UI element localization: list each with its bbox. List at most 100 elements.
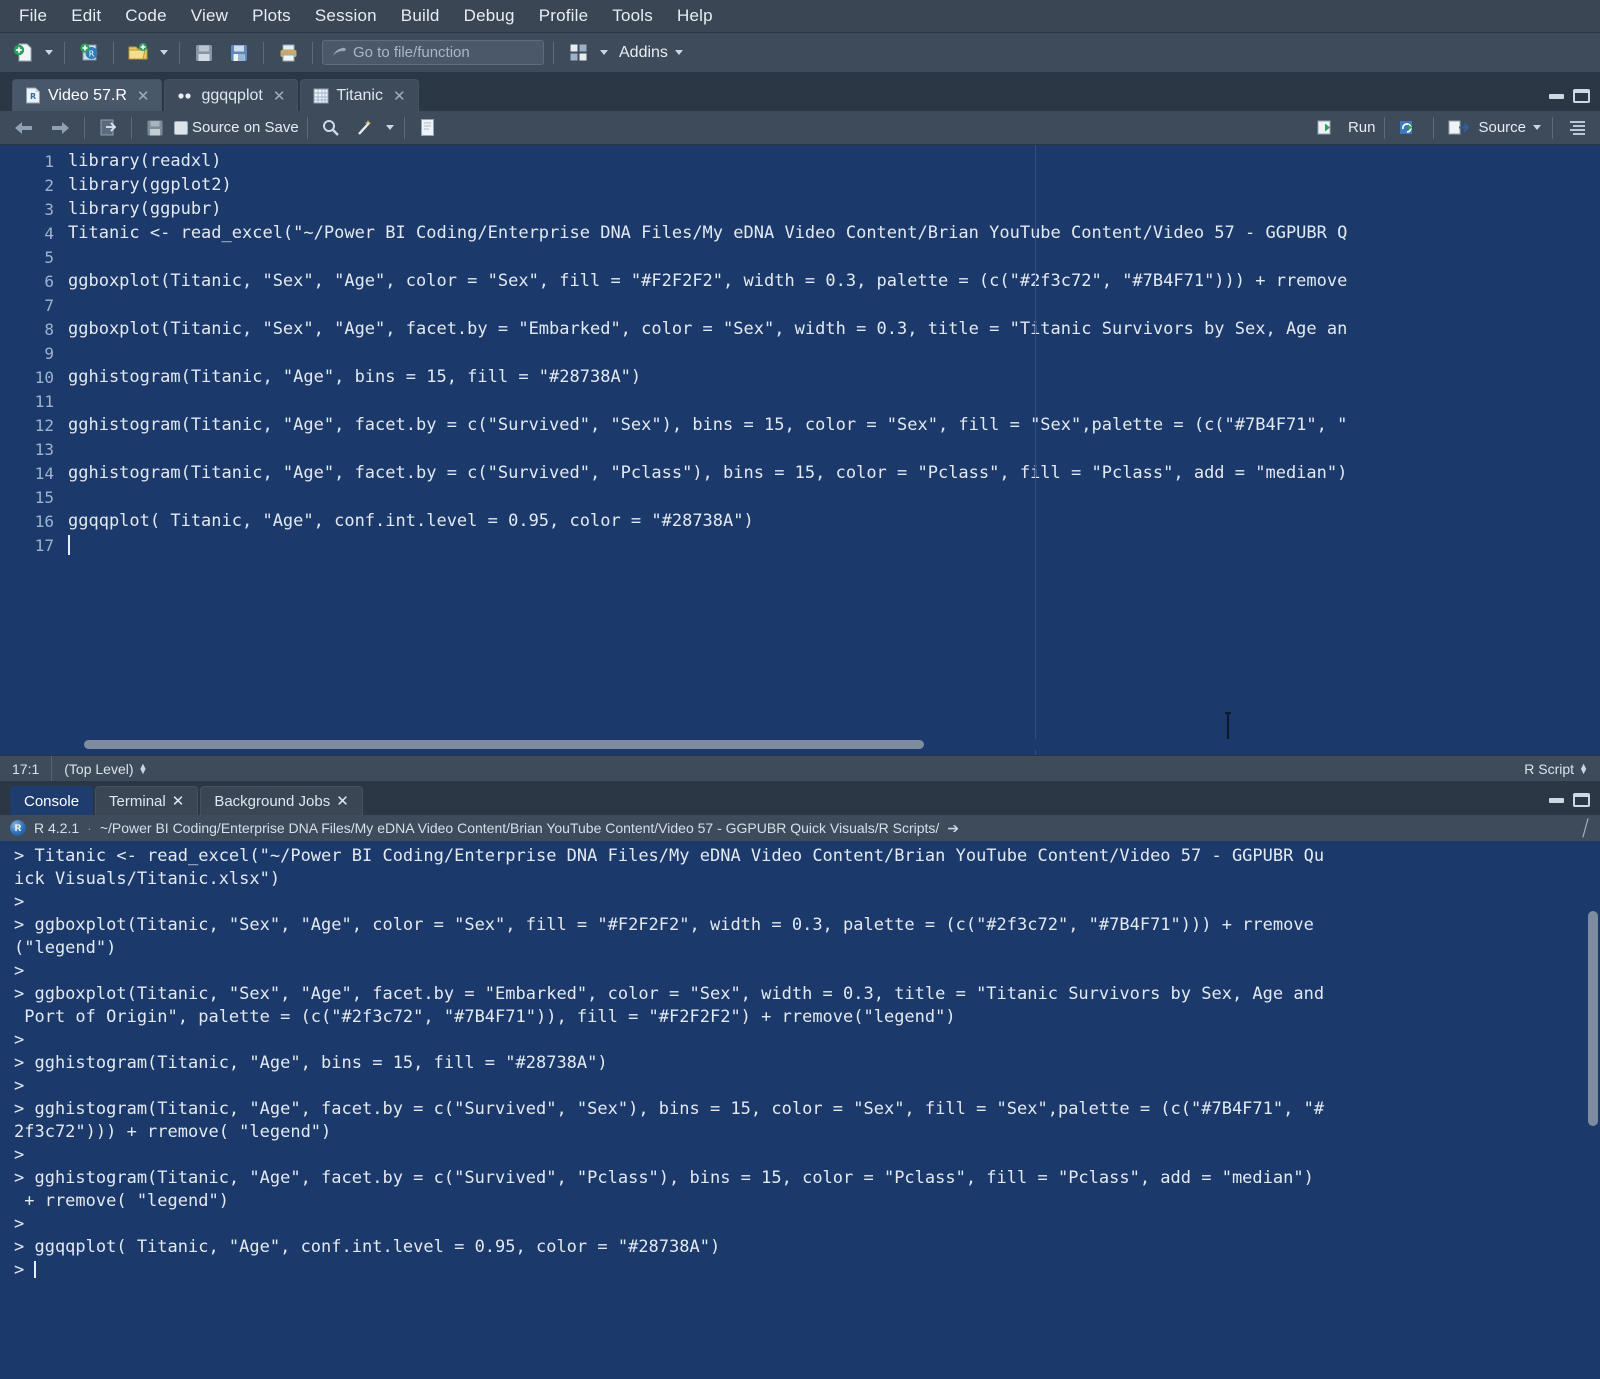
menu-profile[interactable]: Profile bbox=[528, 3, 600, 29]
new-project-button[interactable]: R bbox=[74, 39, 104, 67]
run-button-label[interactable]: Run bbox=[1348, 119, 1376, 136]
file-type-selector[interactable]: R Script ▲ ▼ bbox=[1512, 756, 1600, 781]
open-file-dropdown[interactable] bbox=[158, 39, 170, 67]
menu-session[interactable]: Session bbox=[304, 3, 388, 29]
minimize-pane-icon[interactable] bbox=[1549, 93, 1564, 99]
code-line: 4 Titanic <- read_excel("~/Power BI Codin… bbox=[0, 221, 1600, 245]
editor-hscrollbar-thumb[interactable] bbox=[84, 740, 924, 749]
console-line: ("legend") bbox=[14, 938, 117, 958]
close-icon[interactable]: ✕ bbox=[393, 87, 406, 105]
source-tab-label: Video 57.R bbox=[48, 86, 127, 104]
console-line: > ggqqplot( Titanic, "Age", conf.int.lev… bbox=[14, 1237, 721, 1257]
code-line: 17 bbox=[0, 533, 1600, 557]
line-number: 6 bbox=[44, 271, 54, 291]
run-icon[interactable] bbox=[1313, 114, 1343, 142]
console-line: > gghistogram(Titanic, "Age", bins = 15,… bbox=[14, 1053, 608, 1073]
workspace-panes-button[interactable] bbox=[563, 39, 593, 67]
close-icon[interactable]: ✕ bbox=[336, 792, 349, 810]
line-number: 4 bbox=[44, 223, 54, 243]
print-button[interactable] bbox=[273, 39, 303, 67]
editor-status-bar: 17:1 (Top Level) ▲ ▼ R Script ▲ ▼ bbox=[0, 755, 1600, 782]
new-file-dropdown[interactable] bbox=[43, 39, 55, 67]
console-prompt-line[interactable]: > bbox=[0, 1259, 1600, 1282]
main-toolbar: R Go to file/function Addins bbox=[0, 33, 1600, 73]
close-icon[interactable]: ✕ bbox=[137, 87, 150, 105]
menu-code[interactable]: Code bbox=[114, 3, 177, 29]
console-line: > Titanic <- read_excel("~/Power BI Codi… bbox=[14, 846, 1325, 866]
console-tab-label: Background Jobs bbox=[214, 792, 331, 810]
rerun-button[interactable] bbox=[1394, 114, 1424, 142]
source-on-save-checkbox[interactable] bbox=[174, 120, 188, 135]
line-text: gghistogram(Titanic, "Age", facet.by = c… bbox=[68, 463, 1348, 483]
close-icon[interactable]: ✕ bbox=[273, 87, 286, 105]
line-number: 12 bbox=[34, 415, 54, 435]
source-icon[interactable] bbox=[1443, 114, 1473, 142]
document-outline-icon[interactable] bbox=[1562, 114, 1592, 142]
save-document-button[interactable] bbox=[140, 114, 170, 142]
code-line: 11 bbox=[0, 389, 1600, 413]
open-working-directory-icon[interactable]: ➔ bbox=[947, 820, 959, 837]
toolbar-divider bbox=[1552, 116, 1553, 139]
console-vscrollbar-thumb[interactable] bbox=[1588, 911, 1598, 1126]
code-line: 14 gghistogram(Titanic, "Age", facet.by =… bbox=[0, 461, 1600, 485]
line-text: ggboxplot(Titanic, "Sex", "Age", facet.b… bbox=[68, 319, 1348, 339]
code-line: 8 ggboxplot(Titanic, "Sex", "Age", facet.… bbox=[0, 317, 1600, 341]
source-on-save-label[interactable]: Source on Save bbox=[192, 119, 299, 136]
scope-label: (Top Level) bbox=[64, 760, 134, 777]
code-tools-magic-wand-icon[interactable] bbox=[350, 114, 380, 142]
workspace-panes-dropdown[interactable] bbox=[598, 39, 610, 67]
clear-console-broom-icon[interactable]: ╱ bbox=[1579, 818, 1591, 838]
back-arrow-icon[interactable] bbox=[8, 120, 40, 136]
line-number: 8 bbox=[44, 319, 54, 339]
line-number: 1 bbox=[44, 151, 54, 171]
line-number: 13 bbox=[34, 439, 54, 459]
source-tab-titanic[interactable]: Titanic ✕ bbox=[300, 79, 419, 111]
maximize-pane-icon[interactable] bbox=[1573, 89, 1590, 103]
toolbar-divider bbox=[312, 41, 313, 64]
line-number: 17 bbox=[34, 535, 54, 555]
save-all-button[interactable] bbox=[224, 39, 254, 67]
source-tab-ggqqplot[interactable]: ggqqplot ✕ bbox=[164, 79, 299, 111]
tab-background-jobs[interactable]: Background Jobs ✕ bbox=[200, 786, 363, 815]
close-icon[interactable]: ✕ bbox=[172, 792, 185, 810]
code-editor[interactable]: 1 library(readxl) 2 library(ggplot2) 3 libr… bbox=[0, 145, 1600, 755]
source-dropdown[interactable] bbox=[1531, 114, 1543, 142]
console-line: > gghistogram(Titanic, "Age", facet.by =… bbox=[14, 1099, 1325, 1119]
addins-dropdown[interactable] bbox=[673, 39, 685, 67]
code-line: 2 library(ggplot2) bbox=[0, 173, 1600, 197]
menu-edit[interactable]: Edit bbox=[60, 3, 112, 29]
open-file-button[interactable] bbox=[123, 39, 153, 67]
r-version-label: R 4.2.1 bbox=[34, 820, 80, 836]
toolbar-divider bbox=[113, 41, 114, 64]
compile-report-button[interactable] bbox=[413, 114, 443, 142]
maximize-pane-icon[interactable] bbox=[1573, 793, 1590, 807]
minimize-pane-icon[interactable] bbox=[1549, 797, 1564, 803]
search-icon[interactable] bbox=[316, 114, 346, 142]
addins-button[interactable]: Addins bbox=[615, 44, 668, 62]
save-button[interactable] bbox=[189, 39, 219, 67]
code-tools-dropdown[interactable] bbox=[384, 114, 396, 142]
new-file-button[interactable] bbox=[8, 39, 38, 67]
menu-plots[interactable]: Plots bbox=[241, 3, 302, 29]
show-in-new-window-button[interactable] bbox=[93, 114, 123, 142]
console-tab-label: Console bbox=[24, 792, 80, 810]
goto-file-function-input[interactable]: Go to file/function bbox=[322, 40, 544, 65]
menu-help[interactable]: Help bbox=[666, 3, 724, 29]
forward-arrow-icon[interactable] bbox=[44, 120, 76, 136]
code-line: 9 bbox=[0, 341, 1600, 365]
menu-file[interactable]: File bbox=[8, 3, 58, 29]
scope-selector[interactable]: (Top Level) ▲ ▼ bbox=[52, 756, 159, 781]
console-line: > bbox=[14, 1030, 25, 1050]
menu-debug[interactable]: Debug bbox=[453, 3, 526, 29]
source-tab-video-57-r[interactable]: R Video 57.R ✕ bbox=[12, 79, 163, 111]
code-line: 1 library(readxl) bbox=[0, 149, 1600, 173]
tab-console[interactable]: Console bbox=[10, 786, 94, 815]
menu-build[interactable]: Build bbox=[390, 3, 451, 29]
editor-toolbar: Source on Save Run Source bbox=[0, 111, 1600, 145]
tab-terminal[interactable]: Terminal ✕ bbox=[95, 786, 199, 815]
console-output[interactable]: > Titanic <- read_excel("~/Power BI Codi… bbox=[0, 841, 1600, 1379]
source-button-label[interactable]: Source bbox=[1478, 119, 1526, 136]
menu-tools[interactable]: Tools bbox=[601, 3, 664, 29]
menu-view[interactable]: View bbox=[180, 3, 239, 29]
console-header: R R 4.2.1 · ~/Power BI Coding/Enterprise… bbox=[0, 815, 1600, 841]
